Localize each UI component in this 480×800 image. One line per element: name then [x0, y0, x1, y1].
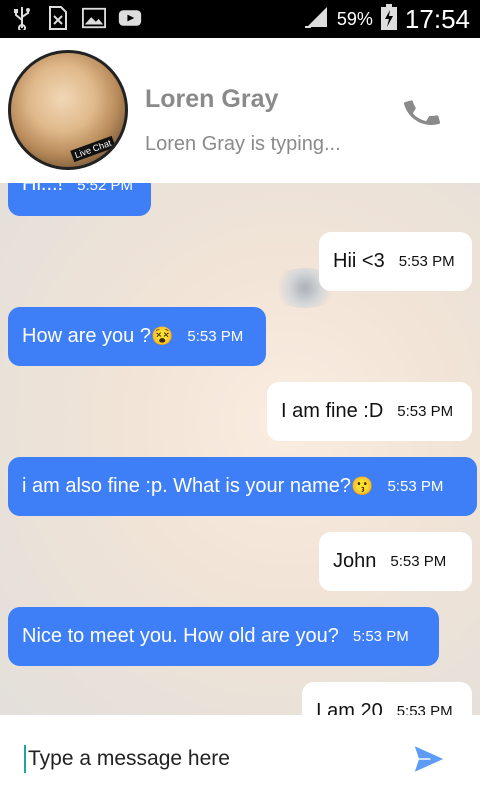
message-time: 5:53 PM	[397, 403, 454, 420]
message-text: How are you ?	[22, 325, 151, 347]
message-time: 5:53 PM	[352, 628, 409, 645]
image-icon	[82, 6, 106, 30]
message-bubble: i am also fine :p. What is your name? 😗 …	[8, 457, 477, 516]
message-list[interactable]: Hi...! 5:52 PM Hii <3 5:53 PM How are yo…	[0, 183, 480, 715]
dizzy-emoji-icon: 😵	[150, 326, 174, 346]
avatar[interactable]: Live Chat	[8, 50, 128, 170]
message-bubble: I am fine :D 5:53 PM	[267, 382, 472, 441]
message-time: 5:53 PM	[396, 703, 453, 715]
message-text: Hii <3	[333, 250, 385, 272]
message-bubble: Hii <3 5:53 PM	[319, 232, 472, 291]
message-text: Hi...!	[22, 183, 64, 195]
message-time: 5:53 PM	[398, 253, 455, 270]
message-bubble: Hi...! 5:52 PM	[8, 183, 151, 216]
signal-icon	[304, 5, 329, 34]
send-button[interactable]	[412, 742, 446, 776]
send-icon	[414, 746, 444, 772]
notification-icons	[10, 6, 142, 30]
message-bubble: I am 20 5:53 PM	[302, 682, 472, 715]
message-time: 5:53 PM	[187, 328, 244, 345]
message-text: Nice to meet you. How old are you?	[22, 625, 339, 647]
typing-status: Loren Gray is typing...	[145, 133, 341, 155]
battery-percent: 59%	[336, 9, 373, 29]
kissing-emoji-icon: 😗	[351, 476, 374, 496]
composer	[0, 715, 480, 800]
message-text: John	[333, 550, 377, 572]
message-time: 5:53 PM	[387, 478, 444, 495]
contact-name: Loren Gray	[145, 85, 279, 113]
message-text: I am 20	[316, 700, 383, 715]
system-status: 59% 17:54	[304, 4, 470, 35]
youtube-icon	[118, 6, 142, 30]
message-text: i am also fine :p. What is your name?	[22, 475, 352, 497]
chat-header: Live Chat Loren Gray Loren Gray is typin…	[0, 38, 480, 183]
call-button[interactable]	[402, 93, 442, 133]
phone-icon	[403, 100, 441, 125]
message-time: 5:52 PM	[77, 183, 133, 194]
message-bubble: Nice to meet you. How old are you? 5:53 …	[8, 607, 439, 666]
message-time: 5:53 PM	[390, 553, 447, 570]
message-input[interactable]	[26, 743, 390, 775]
sim-error-icon	[46, 6, 70, 30]
clock: 17:54	[404, 4, 470, 34]
usb-icon	[10, 6, 34, 30]
message-text: I am fine :D	[281, 400, 384, 422]
message-bubble: John 5:53 PM	[319, 532, 472, 591]
avatar-badge: Live Chat	[70, 135, 116, 163]
battery-charging-icon	[380, 4, 397, 35]
message-bubble: How are you ? 😵 5:53 PM	[8, 307, 266, 366]
status-bar: 59% 17:54	[0, 0, 480, 38]
